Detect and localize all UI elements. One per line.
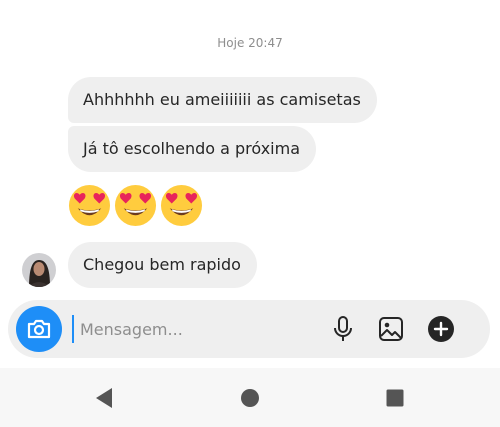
voice-message-button[interactable] xyxy=(328,314,358,344)
heart-eyes-emoji xyxy=(68,184,111,227)
microphone-icon xyxy=(334,316,352,341)
heart-eyes-emoji xyxy=(114,184,157,227)
message-bubble[interactable]: Ahhhhhh eu ameiiiiiii as camisetas xyxy=(68,77,377,123)
home-circle-icon xyxy=(241,389,259,407)
camera-icon xyxy=(27,319,51,339)
back-triangle-icon xyxy=(96,388,112,408)
recents-square-icon xyxy=(386,389,404,407)
more-options-button[interactable] xyxy=(426,314,456,344)
camera-button[interactable] xyxy=(16,306,62,352)
heart-eyes-emoji xyxy=(160,184,203,227)
nav-home-button[interactable] xyxy=(238,386,262,410)
sender-avatar[interactable] xyxy=(22,253,56,287)
nav-recents-button[interactable] xyxy=(383,386,407,410)
user-avatar xyxy=(22,253,56,287)
system-navigation-bar xyxy=(0,368,500,427)
message-input[interactable] xyxy=(72,315,317,343)
gallery-button[interactable] xyxy=(376,314,406,344)
message-bubble[interactable]: Chegou bem rapido xyxy=(68,242,257,288)
message-composer xyxy=(8,300,490,358)
emoji-message[interactable] xyxy=(68,184,203,230)
add-circle-icon xyxy=(428,316,454,342)
message-bubble[interactable]: Já tô escolhendo a próxima xyxy=(68,126,316,172)
message-timestamp: Hoje 20:47 xyxy=(217,36,283,50)
image-gallery-icon xyxy=(379,317,403,341)
nav-back-button[interactable] xyxy=(92,386,116,410)
